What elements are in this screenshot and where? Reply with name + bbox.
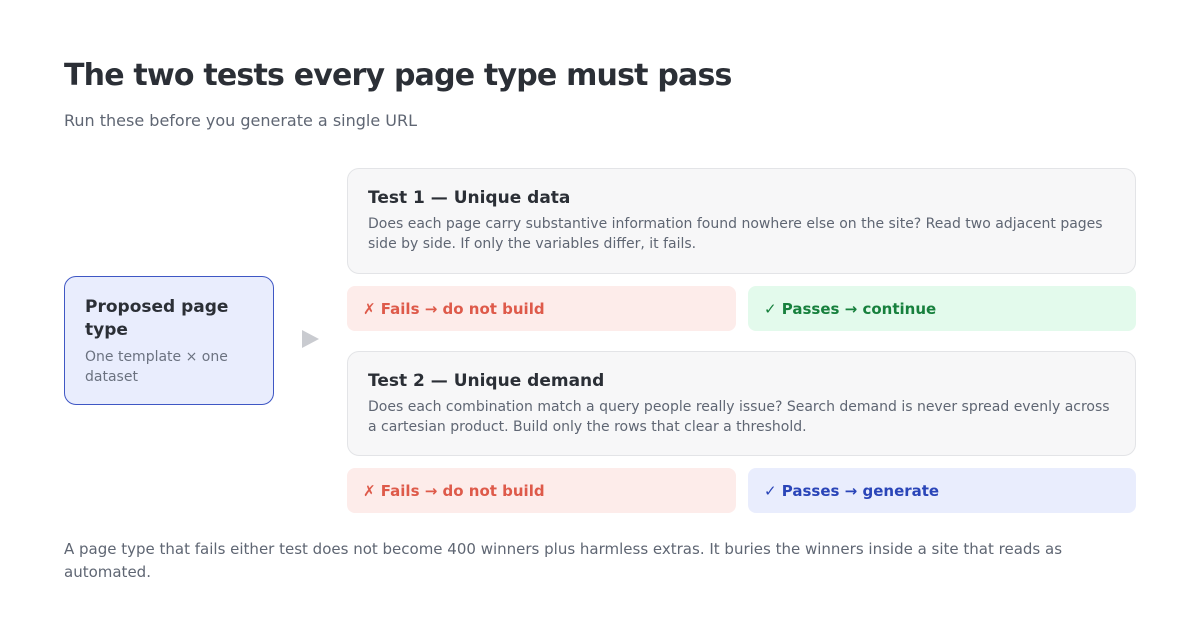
test-2-fail-outcome: ✗ Fails → do not build — [347, 468, 736, 513]
proposed-page-type-box: Proposed page type One template × one da… — [64, 276, 274, 405]
test-1-card: Test 1 — Unique data Does each page carr… — [347, 168, 1136, 274]
test-1-pass-outcome: ✓ Passes → continue — [748, 286, 1136, 331]
proposed-page-type-description: One template × one dataset — [85, 349, 228, 385]
test-1-description: Does each page carry substantive informa… — [368, 216, 1103, 252]
test-1-fail-outcome: ✗ Fails → do not build — [347, 286, 736, 331]
page-title: The two tests every page type must pass — [64, 58, 732, 93]
test-1-title: Test 1 — Unique data — [368, 188, 571, 208]
proposed-page-type-title: Proposed page type — [85, 297, 229, 340]
diagram-page: The two tests every page type must pass … — [0, 0, 1200, 630]
test-2-title: Test 2 — Unique demand — [368, 371, 605, 391]
footnote: A page type that fails either test does … — [64, 540, 1063, 581]
play-triangle-icon — [302, 330, 319, 348]
test-2-description: Does each combination match a query peop… — [368, 399, 1110, 435]
page-subtitle: Run these before you generate a single U… — [64, 111, 418, 130]
test-2-card: Test 2 — Unique demand Does each combina… — [347, 351, 1136, 456]
test-2-pass-outcome: ✓ Passes → generate — [748, 468, 1136, 513]
